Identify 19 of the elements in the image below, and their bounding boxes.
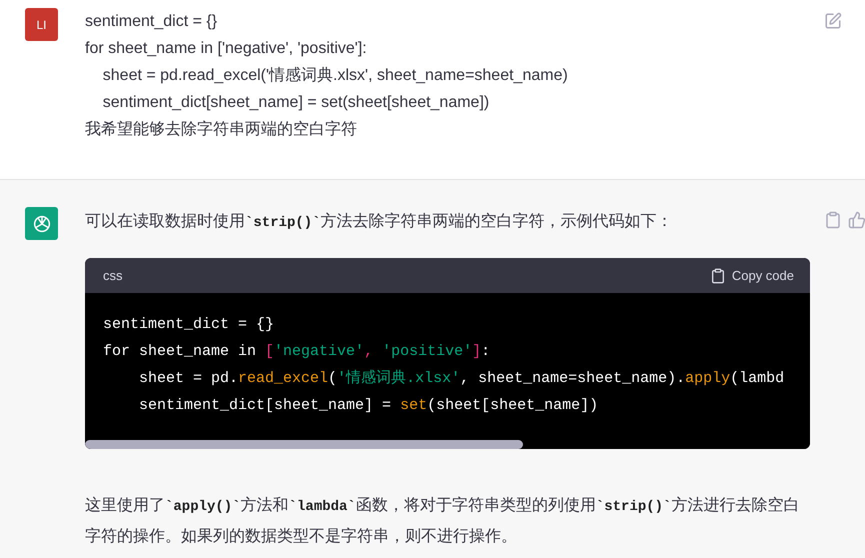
code-line: sentiment_dict = {} — [103, 315, 276, 335]
user-avatar: LI — [25, 8, 58, 41]
code-line: sentiment_dict[sheet_name] = set(sheet[sheet_name]) — [138, 396, 600, 416]
code-language: css — [103, 268, 122, 283]
message-line: for sheet_name in ['negative', 'positive']: — [85, 39, 368, 59]
message-line: 我希望能够去除字符串两端的空白字符 — [85, 120, 358, 140]
copy-code-button[interactable]: Copy code — [710, 268, 794, 284]
clipboard-icon — [710, 268, 726, 284]
edit-icon[interactable] — [824, 12, 842, 30]
answer-paragraph: 可以在读取数据时使用`strip()`方法去除字符串两端的空白字符，示例代码如下： — [85, 212, 674, 233]
message-line: sentiment_dict = {} — [85, 12, 218, 32]
message-line: sentiment_dict[sheet_name] = set(sheet[sheet_name]) — [102, 93, 490, 113]
answer-paragraph: 这里使用了`apply()`方法和`lambda`函数，将对于字符串类型的列使用`strip()`方法进行去除空白字符的操作。如果列的数据类型不是字符串，则不进行操作。 — [85, 496, 800, 547]
thumbs-up-icon[interactable] — [848, 211, 865, 229]
code-line: for sheet_name in ['negative', 'positive']: — [103, 342, 492, 362]
copy-icon[interactable] — [824, 211, 842, 229]
scrollbar-thumb[interactable] — [85, 440, 523, 449]
message-line: sheet = pd.read_excel('情感词典.xlsx', sheet_name=sheet_name) — [102, 66, 569, 86]
code-line: sheet = pd.read_excel('情感词典.xlsx', sheet_name=sheet_name).apply(lambd — [138, 368, 786, 389]
